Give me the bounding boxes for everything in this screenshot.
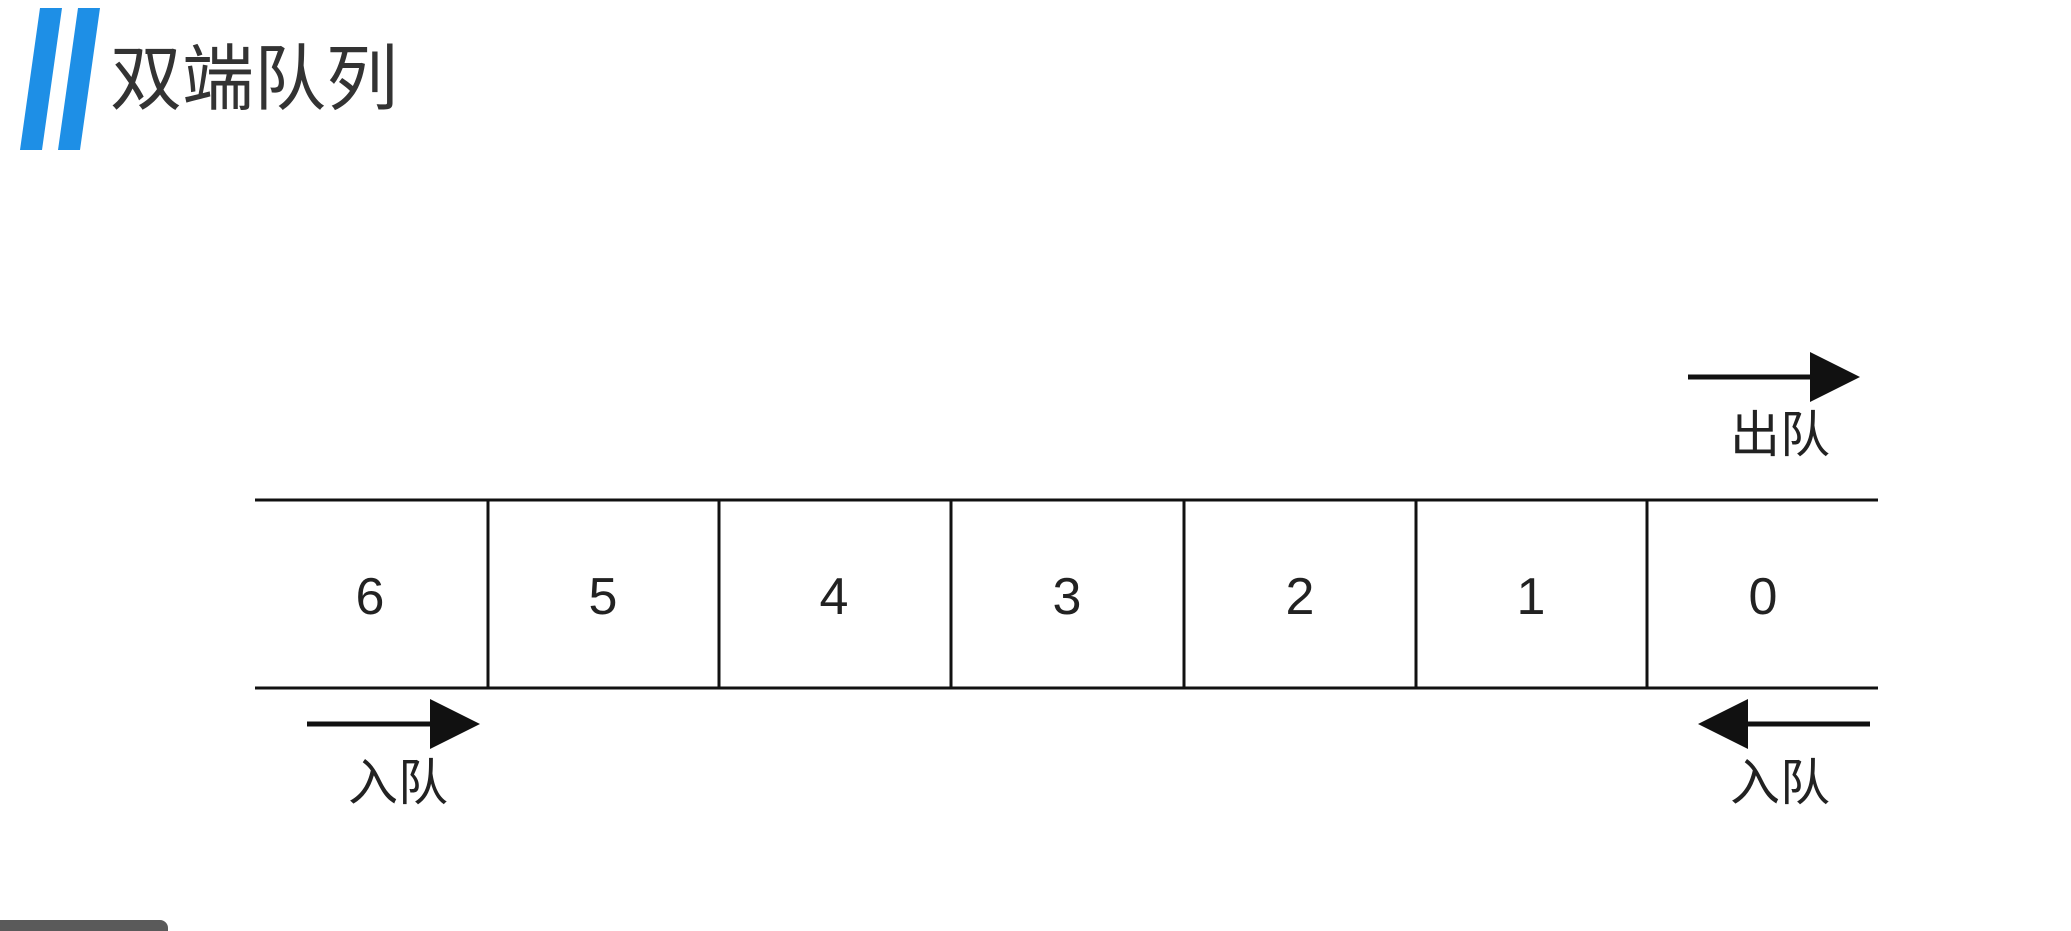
enqueue-label-left: 入队 xyxy=(348,754,448,812)
queue-cell-value: 5 xyxy=(589,568,618,626)
queue-cell-value: 6 xyxy=(356,568,385,626)
enqueue-label-right: 入队 xyxy=(1730,754,1830,812)
queue-cell-value: 3 xyxy=(1053,568,1082,626)
queue-cell-value: 1 xyxy=(1517,568,1546,626)
bottom-left-tab xyxy=(0,920,168,931)
queue-cell-value: 2 xyxy=(1286,568,1315,626)
deque-diagram: 6 5 4 3 2 1 0 出队 入队 入队 xyxy=(255,352,1878,812)
queue-cell-value: 0 xyxy=(1749,568,1778,626)
slide: 双端队列 6 5 4 3 2 1 0 出队 入队 入队 xyxy=(0,0,2071,931)
dequeue-label: 出队 xyxy=(1730,406,1830,464)
queue-cell-value: 4 xyxy=(820,568,849,626)
